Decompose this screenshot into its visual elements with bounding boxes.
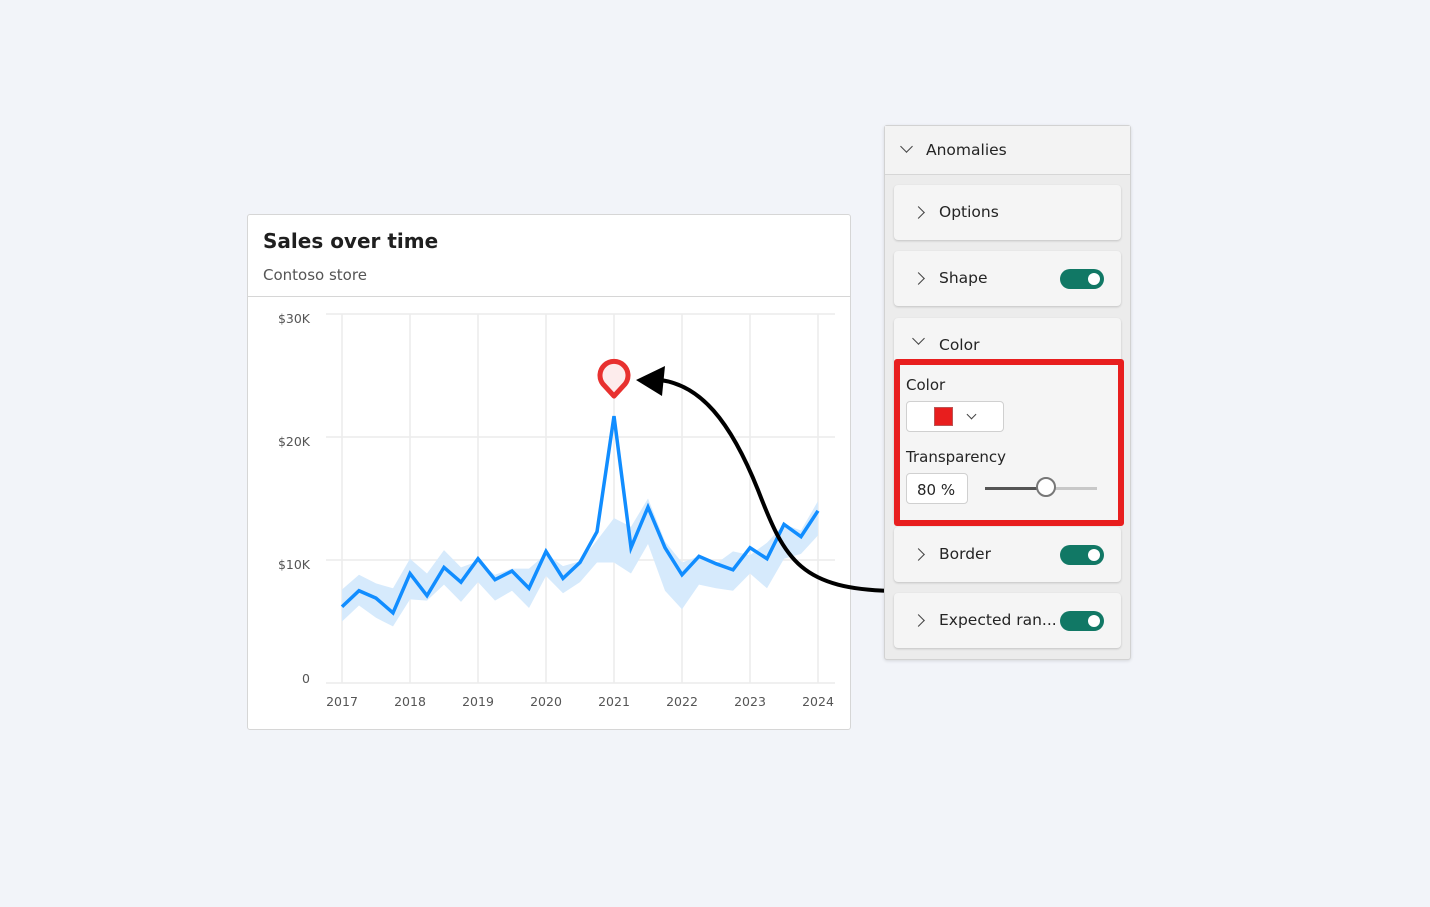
section-label: Options <box>939 203 999 221</box>
y-tick-label: 0 <box>302 671 310 686</box>
arrowhead-icon <box>636 366 665 396</box>
x-tick-label: 2024 <box>802 694 834 709</box>
anomalies-label: Anomalies <box>926 141 1007 159</box>
color-swatch <box>934 407 953 426</box>
section-label: Border <box>939 545 991 563</box>
y-tick-label: $30K <box>278 311 311 326</box>
x-tick-label: 2017 <box>326 694 358 709</box>
slider-thumb[interactable] <box>1035 477 1056 497</box>
y-tick-label: $20K <box>278 434 311 449</box>
chevron-right-icon <box>912 548 925 561</box>
transparency-slider[interactable] <box>985 477 1097 497</box>
chevron-right-icon <box>912 614 925 627</box>
transparency-input[interactable]: 80 % <box>906 473 968 504</box>
line-chart: 0 $10K $20K $30K 2017 2018 2019 2020 2021 2022 202… <box>278 311 898 709</box>
section-border[interactable]: Border <box>894 527 1121 582</box>
x-tick-label: 2018 <box>394 694 426 709</box>
x-tick-label: 2019 <box>462 694 494 709</box>
y-tick-label: $10K <box>278 557 311 572</box>
section-label: Shape <box>939 269 988 287</box>
x-tick-label: 2023 <box>734 694 766 709</box>
section-label[interactable]: Color <box>939 336 979 354</box>
chevron-down-icon <box>900 140 913 153</box>
anomaly-marker-icon <box>597 359 631 399</box>
x-tick-label: 2022 <box>666 694 698 709</box>
color-picker-button[interactable] <box>906 401 1004 432</box>
expected-range-toggle[interactable] <box>1060 611 1104 631</box>
chevron-right-icon <box>912 206 925 219</box>
chevron-down-icon <box>966 409 977 420</box>
section-shape[interactable]: Shape <box>894 251 1121 306</box>
section-expected-range[interactable]: Expected ran... <box>894 593 1121 648</box>
border-toggle[interactable] <box>1060 545 1104 565</box>
anomalies-header[interactable]: Anomalies <box>885 126 1130 175</box>
section-label: Expected ran... <box>939 611 1057 629</box>
x-tick-label: 2020 <box>530 694 562 709</box>
chevron-down-icon[interactable] <box>912 332 925 345</box>
color-field-label: Color <box>906 376 946 394</box>
x-tick-label: 2021 <box>598 694 630 709</box>
chevron-right-icon <box>912 272 925 285</box>
transparency-label: Transparency <box>906 448 1007 466</box>
section-options[interactable]: Options <box>894 185 1121 240</box>
shape-toggle[interactable] <box>1060 269 1104 289</box>
